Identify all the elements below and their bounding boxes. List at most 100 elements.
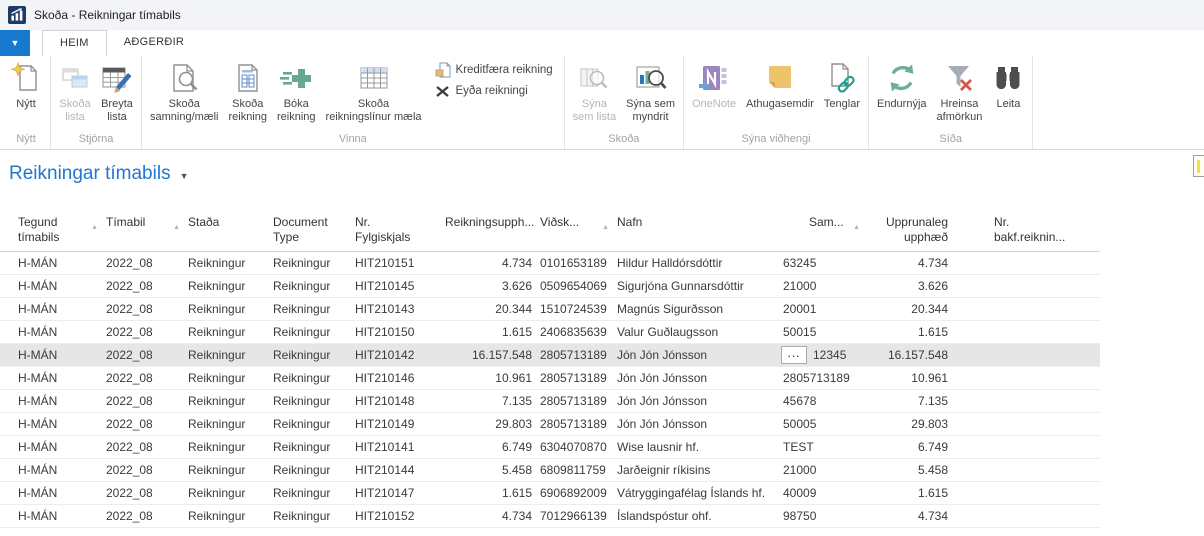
cell-vidsk[interactable]: 6304070870 xyxy=(536,436,613,458)
cell-nafn[interactable]: Valur Guðlaugsson xyxy=(613,321,779,343)
cell-doctype[interactable]: Reikningur xyxy=(269,252,351,274)
cell-vidsk[interactable]: 0509654069 xyxy=(536,275,613,297)
cell-bakf[interactable] xyxy=(952,298,1100,320)
cell-tegund[interactable]: H-MÁN xyxy=(14,505,102,527)
cell-timabil[interactable]: 2022_08 xyxy=(102,321,184,343)
cell-bakf[interactable] xyxy=(952,344,1100,366)
table-row[interactable]: H-MÁN 2022_08 Reikningur Reikningur HIT2… xyxy=(0,367,1100,390)
cell-timabil[interactable]: 2022_08 xyxy=(102,252,184,274)
cell-upphaed[interactable]: 20.344 xyxy=(441,298,536,320)
cell-upphaed[interactable]: 6.749 xyxy=(441,436,536,458)
cell-upprunaleg[interactable]: 1.615 xyxy=(864,321,952,343)
cell-doctype[interactable]: Reikningur xyxy=(269,344,351,366)
breyta-lista-button[interactable]: Breyta lista xyxy=(96,56,138,124)
column-header-stada[interactable]: Staða xyxy=(184,215,269,251)
cell-tegund[interactable]: H-MÁN xyxy=(14,344,102,366)
column-header-sam[interactable]: Sam...▲ xyxy=(779,215,864,251)
table-row[interactable]: H-MÁN 2022_08 Reikningur Reikningur HIT2… xyxy=(0,505,1100,528)
cell-sam[interactable]: 98750 xyxy=(779,505,864,527)
cell-doctype[interactable]: Reikningur xyxy=(269,482,351,504)
skoda-samning-button[interactable]: Skoða samning/mæli xyxy=(145,56,223,124)
cell-bakf[interactable] xyxy=(952,482,1100,504)
cell-doctype[interactable]: Reikningur xyxy=(269,505,351,527)
cell-sam[interactable]: 63245 xyxy=(779,252,864,274)
cell-timabil[interactable]: 2022_08 xyxy=(102,413,184,435)
cell-bakf[interactable] xyxy=(952,275,1100,297)
cell-vidsk[interactable]: 0101653189 xyxy=(536,252,613,274)
cell-timabil[interactable]: 2022_08 xyxy=(102,459,184,481)
cell-timabil[interactable]: 2022_08 xyxy=(102,275,184,297)
cell-upprunaleg[interactable]: 29.803 xyxy=(864,413,952,435)
cell-timabil[interactable]: 2022_08 xyxy=(102,436,184,458)
cell-tegund[interactable]: H-MÁN xyxy=(14,413,102,435)
cell-tegund[interactable]: H-MÁN xyxy=(14,367,102,389)
cell-bakf[interactable] xyxy=(952,390,1100,412)
cell-timabil[interactable]: 2022_08 xyxy=(102,367,184,389)
skoda-reikning-button[interactable]: Skoða reikning xyxy=(223,56,272,124)
cell-upphaed[interactable]: 1.615 xyxy=(441,321,536,343)
cell-sam[interactable]: 2805713189 xyxy=(779,367,864,389)
cell-sam[interactable]: 40009 xyxy=(779,482,864,504)
cell-tegund[interactable]: H-MÁN xyxy=(14,321,102,343)
column-header-doctype[interactable]: Document Type xyxy=(269,215,351,251)
cell-upphaed[interactable]: 29.803 xyxy=(441,413,536,435)
cell-sam[interactable]: ... 12345 xyxy=(779,344,864,366)
column-header-bakf[interactable]: Nr. bakf.reiknin... xyxy=(952,215,1100,251)
cell-stada[interactable]: Reikningur xyxy=(184,321,269,343)
tab-heim[interactable]: HEIM xyxy=(42,30,107,56)
cell-sam[interactable]: 21000 xyxy=(779,459,864,481)
table-row[interactable]: H-MÁN 2022_08 Reikningur Reikningur HIT2… xyxy=(0,321,1100,344)
table-row[interactable]: H-MÁN 2022_08 Reikningur Reikningur HIT2… xyxy=(0,390,1100,413)
athugasemdir-button[interactable]: Athugasemdir xyxy=(741,56,819,111)
cell-stada[interactable]: Reikningur xyxy=(184,482,269,504)
cell-nr[interactable]: HIT210145 xyxy=(351,275,441,297)
cell-stada[interactable]: Reikningur xyxy=(184,459,269,481)
cell-tegund[interactable]: H-MÁN xyxy=(14,390,102,412)
table-row[interactable]: H-MÁN 2022_08 Reikningur Reikningur HIT2… xyxy=(0,252,1100,275)
cell-sam[interactable]: 21000 xyxy=(779,275,864,297)
app-menu-button[interactable]: ▼ xyxy=(0,30,30,56)
cell-tegund[interactable]: H-MÁN xyxy=(14,482,102,504)
tab-adgerdir[interactable]: AÐGERÐIR xyxy=(107,30,201,56)
column-header-upphaed[interactable]: Reikningsupph... xyxy=(441,215,536,251)
cell-sam[interactable]: 45678 xyxy=(779,390,864,412)
cell-vidsk[interactable]: 2805713189 xyxy=(536,367,613,389)
cell-bakf[interactable] xyxy=(952,321,1100,343)
cell-timabil[interactable]: 2022_08 xyxy=(102,298,184,320)
cell-sam[interactable]: 50005 xyxy=(779,413,864,435)
cell-upprunaleg[interactable]: 6.749 xyxy=(864,436,952,458)
cell-nr[interactable]: HIT210146 xyxy=(351,367,441,389)
endurnyja-button[interactable]: Endurnýja xyxy=(872,56,932,111)
cell-upphaed[interactable]: 7.135 xyxy=(441,390,536,412)
cell-vidsk[interactable]: 1510724539 xyxy=(536,298,613,320)
cell-nr[interactable]: HIT210149 xyxy=(351,413,441,435)
column-header-tegund[interactable]: Tegund tímabils▲ xyxy=(14,215,102,251)
cell-doctype[interactable]: Reikningur xyxy=(269,413,351,435)
table-row[interactable]: H-MÁN 2022_08 Reikningur Reikningur HIT2… xyxy=(0,275,1100,298)
cell-bakf[interactable] xyxy=(952,459,1100,481)
cell-doctype[interactable]: Reikningur xyxy=(269,390,351,412)
cell-tegund[interactable]: H-MÁN xyxy=(14,298,102,320)
table-row[interactable]: H-MÁN 2022_08 Reikningur Reikningur HIT2… xyxy=(0,436,1100,459)
cell-nafn[interactable]: Magnús Sigurðsson xyxy=(613,298,779,320)
cell-upprunaleg[interactable]: 4.734 xyxy=(864,252,952,274)
cell-upphaed[interactable]: 4.734 xyxy=(441,505,536,527)
cell-nafn[interactable]: Vátryggingafélag Íslands hf. xyxy=(613,482,779,504)
table-row[interactable]: H-MÁN 2022_08 Reikningur Reikningur HIT2… xyxy=(0,482,1100,505)
cell-nr[interactable]: HIT210151 xyxy=(351,252,441,274)
table-row[interactable]: H-MÁN 2022_08 Reikningur Reikningur HIT2… xyxy=(0,298,1100,321)
cell-nr[interactable]: HIT210144 xyxy=(351,459,441,481)
cell-nr[interactable]: HIT210147 xyxy=(351,482,441,504)
column-header-upprunaleg[interactable]: Upprunaleg upphæð xyxy=(864,215,952,251)
cell-upprunaleg[interactable]: 10.961 xyxy=(864,367,952,389)
nytt-button[interactable]: Nýtt xyxy=(5,56,47,111)
cell-nafn[interactable]: Jón Jón Jónsson xyxy=(613,390,779,412)
page-title-dropdown[interactable]: Reikningar tímabils ▼ xyxy=(9,163,189,185)
column-header-timabil[interactable]: Tímabil▲ xyxy=(102,215,184,251)
cell-tegund[interactable]: H-MÁN xyxy=(14,252,102,274)
cell-nr[interactable]: HIT210152 xyxy=(351,505,441,527)
cell-doctype[interactable]: Reikningur xyxy=(269,321,351,343)
cell-doctype[interactable]: Reikningur xyxy=(269,436,351,458)
cell-upprunaleg[interactable]: 5.458 xyxy=(864,459,952,481)
cell-doctype[interactable]: Reikningur xyxy=(269,298,351,320)
